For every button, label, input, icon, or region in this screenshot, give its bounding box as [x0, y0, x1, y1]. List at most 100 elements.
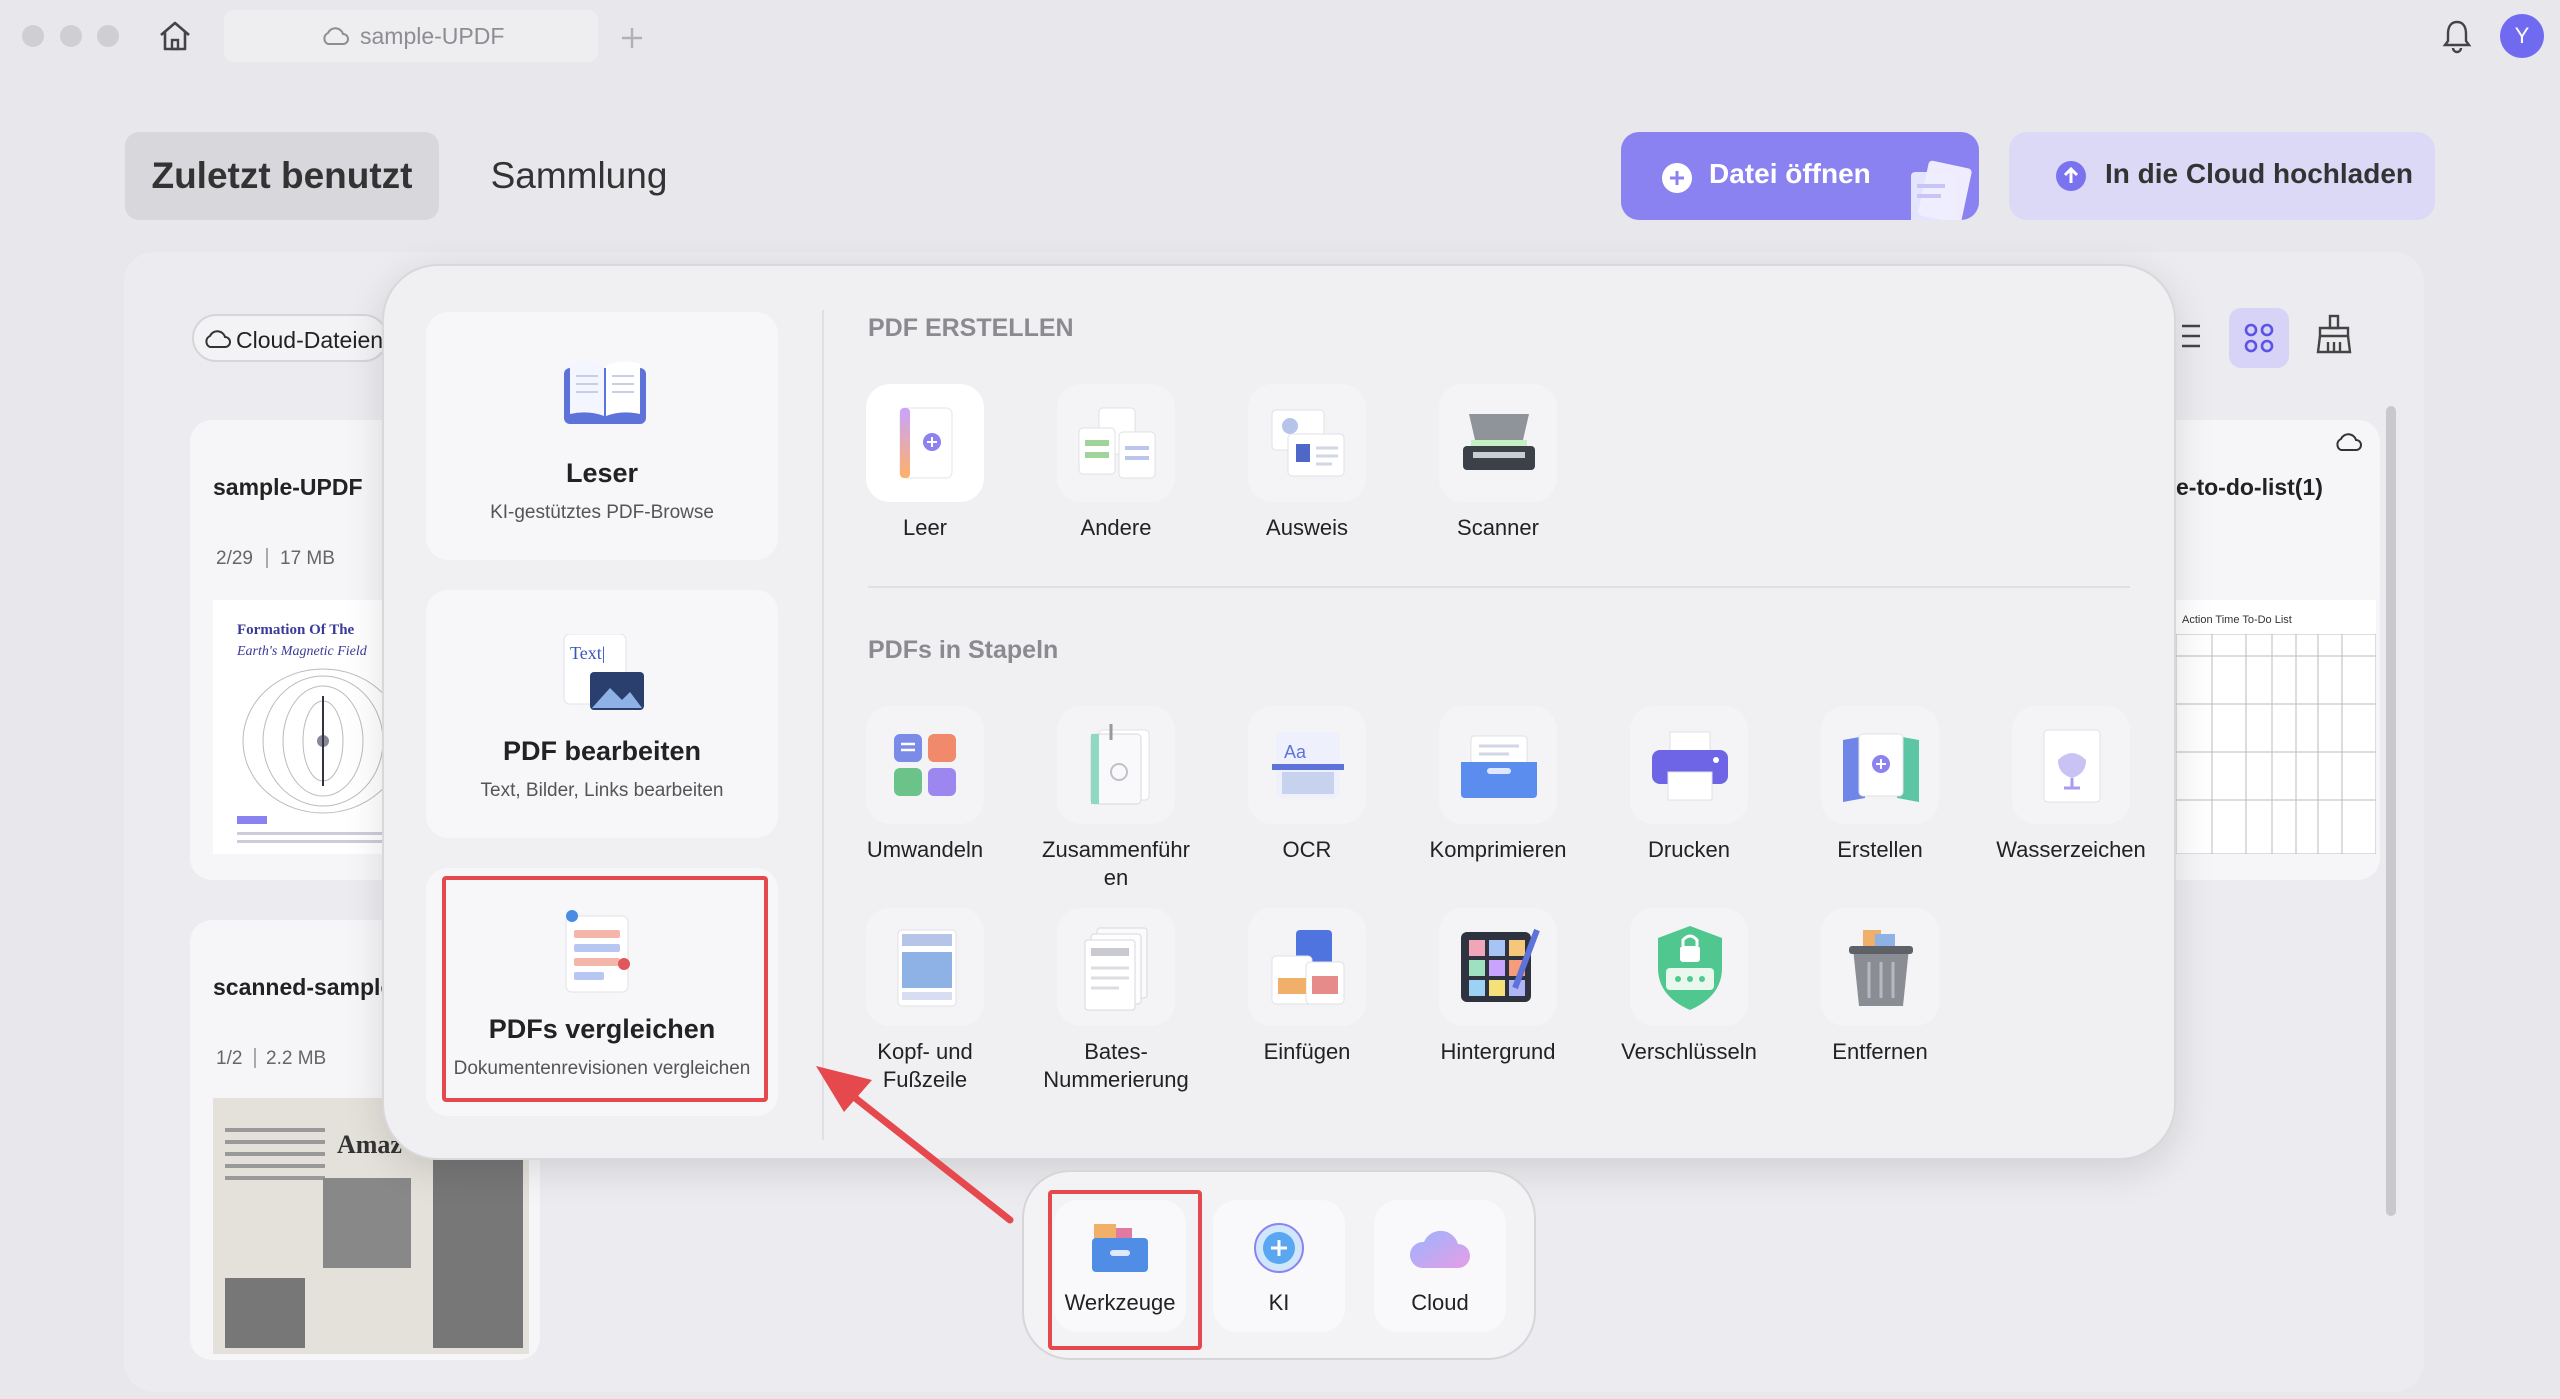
tool-label: Erstellen — [1837, 837, 1923, 862]
magnetic-field-illustration — [242, 668, 393, 814]
printer-icon — [1652, 731, 1728, 801]
background-icon — [1461, 928, 1540, 1002]
create-section-title: PDF ERSTELLEN — [868, 314, 1074, 342]
dock-cloud[interactable]: Cloud — [1374, 1200, 1506, 1332]
tab-recent[interactable]: Zuletzt benutzt — [125, 132, 439, 220]
merge-icon — [1090, 724, 1150, 805]
compare-highlight-box — [442, 876, 768, 1102]
id-card-icon — [1271, 409, 1345, 477]
tool-label-line: Bates- — [1084, 1039, 1148, 1064]
tab-collection[interactable]: Sammlung — [466, 132, 692, 220]
todo-table-illustration — [2176, 634, 2376, 854]
dock-cloud-label: Cloud — [1411, 1290, 1469, 1315]
tab-title: sample-UPDF — [360, 23, 505, 49]
thumbnail-photo — [225, 1278, 305, 1348]
file-size: 17 MB — [280, 548, 335, 569]
watermark-icon — [2043, 729, 2101, 803]
open-file-label: Datei öffnen — [1709, 158, 1871, 189]
open-file-button[interactable]: Datei öffnen — [1621, 132, 1979, 220]
tool-label: Hintergrund — [1440, 1039, 1556, 1064]
thumbnail-title: Formation Of The — [237, 622, 355, 638]
dock-ai-label: KI — [1268, 1290, 1290, 1315]
file-pages: 1/2 — [216, 1048, 243, 1069]
file-name: e-to-do-list(1) — [2176, 474, 2323, 500]
file-pages: 2/29 — [216, 548, 253, 569]
divider — [254, 1048, 256, 1068]
file-size: 2.2 MB — [266, 1048, 327, 1069]
file-name: sample-UPDF — [213, 474, 363, 500]
file-name: scanned-sample — [213, 974, 394, 1000]
annotation-arrow-icon — [816, 1066, 1014, 1224]
book-icon — [564, 361, 646, 424]
cloud-icon — [323, 27, 349, 45]
divider — [266, 548, 268, 568]
thumbnail-line — [225, 1128, 325, 1132]
dock-ai[interactable]: KI — [1213, 1200, 1345, 1332]
tool-label: Komprimieren — [1429, 837, 1567, 862]
reader-card[interactable]: Leser KI-gestütztes PDF-Browse — [426, 312, 778, 560]
edit-pdf-card[interactable]: Text| PDF bearbeiten Text, Bilder, Links… — [426, 590, 778, 838]
ai-icon — [1254, 1223, 1304, 1273]
vertical-divider — [822, 310, 824, 1140]
new-tab-icon[interactable] — [618, 24, 646, 52]
thumbnail-line — [225, 1140, 325, 1144]
tool-label: Bates- Nummerierung — [1009, 1038, 1223, 1094]
header-footer-icon — [897, 929, 957, 1007]
trash-icon — [1849, 930, 1913, 1006]
tool-label: Wasserzeichen — [1996, 837, 2146, 862]
thumbnail-line — [237, 832, 387, 835]
bates-numbering-icon — [1084, 927, 1148, 1011]
home-icon[interactable] — [156, 18, 194, 54]
ocr-icon: Aa — [1272, 732, 1344, 798]
reader-title: Leser — [565, 458, 639, 488]
compress-icon — [1461, 735, 1537, 798]
document-tab[interactable]: sample-UPDF — [224, 10, 598, 62]
cloud-files-label: Cloud-Dateien — [236, 327, 384, 353]
ocr-glyph: Aa — [1284, 742, 1307, 762]
batch-section-title: PDFs in Stapeln — [868, 636, 1059, 664]
close-window-button[interactable] — [22, 25, 44, 47]
tool-label: OCR — [1282, 837, 1332, 862]
other-formats-icon — [1078, 407, 1156, 479]
file-thumbnail: Action Time To-Do List — [2176, 600, 2376, 854]
tool-label: Zusammenführ en — [1009, 836, 1223, 892]
edit-text-icon: Text| — [563, 634, 644, 710]
tool-label: Ausweis — [1266, 515, 1348, 540]
minimize-window-button[interactable] — [60, 25, 82, 47]
avatar[interactable]: Y — [2500, 14, 2544, 58]
thumbnail-title: Action Time To-Do List — [2182, 614, 2292, 626]
scrollbar[interactable] — [2386, 406, 2396, 1216]
tool-label: Andere — [1080, 515, 1152, 540]
tool-label: Verschlüsseln — [1621, 1039, 1757, 1064]
thumbnail-line — [225, 1176, 325, 1180]
cloud-icon — [2336, 433, 2362, 451]
broom-icon[interactable] — [2314, 312, 2354, 358]
tool-label-line: Nummerierung — [1043, 1067, 1189, 1092]
tool-label: Einfügen — [1263, 1039, 1351, 1064]
tool-label-line: Zusammenführ — [1042, 837, 1190, 862]
insert-icon — [1271, 930, 1345, 1005]
upload-cloud-button[interactable]: In die Cloud hochladen — [2009, 132, 2435, 220]
lock-shield-icon — [1658, 926, 1722, 1010]
horizontal-divider — [868, 586, 2130, 588]
convert-icon — [894, 734, 956, 796]
tools-highlight-box — [1048, 1190, 1202, 1350]
title-bar: sample-UPDF Y — [0, 0, 2560, 72]
bell-icon[interactable] — [2440, 18, 2474, 54]
grid-icon — [2244, 323, 2274, 353]
grid-view-button[interactable] — [2229, 308, 2289, 368]
blank-page-icon — [899, 407, 953, 479]
zoom-window-button[interactable] — [97, 25, 119, 47]
edit-pdf-title: PDF bearbeiten — [502, 736, 702, 766]
tool-label: Leer — [902, 515, 948, 540]
scanner-icon — [1463, 414, 1535, 470]
thumbnail-line — [225, 1164, 325, 1168]
edit-pdf-subtitle: Text, Bilder, Links bearbeiten — [480, 780, 724, 801]
thumbnail-tag — [237, 816, 267, 824]
cloud-icon — [1409, 1230, 1470, 1268]
cloud-files-filter[interactable]: Cloud-Dateien — [192, 314, 388, 362]
thumbnail-photo — [323, 1178, 411, 1268]
tool-label: Entfernen — [1832, 1039, 1928, 1064]
create-batch-icon — [1843, 733, 1919, 802]
cloud-icon — [205, 330, 231, 348]
